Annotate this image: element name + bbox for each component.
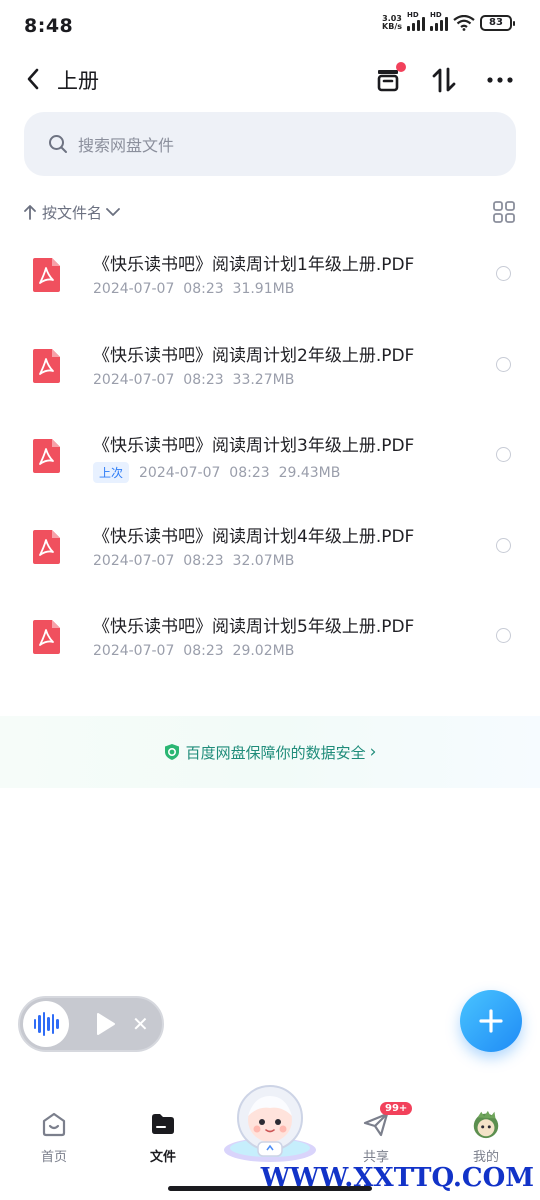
pdf-file-icon [33,620,60,654]
file-row[interactable]: 《快乐读书吧》阅读周计划1年级上册.PDF 2024-07-07 08:23 3… [0,230,540,321]
status-time: 8:48 [24,15,74,37]
avatar [470,1108,502,1140]
select-checkbox[interactable] [496,537,511,553]
file-list: 《快乐读书吧》阅读周计划1年级上册.PDF 2024-07-07 08:23 3… [0,230,540,683]
sort-label: 按文件名 [42,203,103,222]
file-row[interactable]: 《快乐读书吧》阅读周计划2年级上册.PDF 2024-07-07 08:23 3… [0,321,540,412]
file-time: 08:23 [183,552,224,569]
chevron-left-icon [27,68,39,90]
file-meta: 2024-07-07 08:23 29.02MB [93,643,294,659]
select-checkbox[interactable] [496,356,511,372]
pdf-file-icon [33,258,60,292]
file-name: 《快乐读书吧》阅读周计划5年级上册.PDF [93,617,415,637]
wifi-icon [453,15,475,31]
transfer-list-button[interactable] [370,62,406,98]
arrow-up-icon [24,205,36,220]
file-name: 《快乐读书吧》阅读周计划3年级上册.PDF [93,436,415,456]
chevron-down-icon [106,208,120,216]
paper-plane-icon: 99+ [360,1102,413,1140]
status-bar: 8:48 3.03 KB/s HD HD 83 [0,0,540,52]
more-icon [487,77,513,83]
home-icon [38,1108,70,1140]
back-button[interactable] [18,64,48,94]
file-size: 29.02MB [232,643,295,659]
select-checkbox[interactable] [496,628,511,643]
play-icon[interactable] [94,1012,116,1036]
file-date: 2024-07-07 [93,552,175,569]
signal-icon-2: HD [430,11,448,31]
file-date: 2024-07-07 [93,371,175,388]
search-input[interactable]: 搜索网盘文件 [24,112,516,176]
file-meta: 2024-07-07 08:23 31.91MB [93,281,294,297]
nav-label: 文件 [149,1150,176,1165]
audio-wave-icon[interactable] [23,1001,69,1047]
pdf-file-icon [33,348,60,383]
last-opened-tag: 上次 [93,462,130,483]
file-meta: 2024-07-07 08:23 32.07MB [93,553,294,569]
header: 上册 [0,52,540,108]
share-badge: 99+ [380,1102,413,1115]
nav-files[interactable]: 文件 [123,1108,203,1165]
network-speed: 3.03 KB/s [382,14,402,31]
more-button[interactable] [482,62,518,98]
pdf-file-icon [33,439,60,473]
file-meta: 上次 2024-07-07 08:23 29.43MB [93,462,340,483]
file-time: 08:23 [183,281,224,297]
file-size: 31.91MB [232,281,295,297]
file-date: 2024-07-07 [139,464,221,481]
file-time: 08:23 [183,371,224,388]
file-size: 33.27MB [232,371,295,388]
file-date: 2024-07-07 [93,281,175,297]
file-size: 32.07MB [232,552,295,569]
file-date: 2024-07-07 [93,643,175,659]
nav-home[interactable]: 首页 [14,1108,94,1165]
file-row[interactable]: 《快乐读书吧》阅读周计划5年级上册.PDF 2024-07-07 08:23 2… [0,592,540,683]
status-indicators: 3.03 KB/s HD HD 83 [382,11,515,31]
select-checkbox[interactable] [496,447,511,462]
select-checkbox[interactable] [496,266,511,281]
add-button[interactable] [460,990,522,1052]
chevron-right-icon: › [369,742,377,762]
shield-icon [164,744,179,760]
nav-label: 首页 [40,1150,67,1165]
sort-bar: 按文件名 [24,198,516,226]
grid-view-icon[interactable] [492,200,516,224]
file-name: 《快乐读书吧》阅读周计划4年级上册.PDF [93,526,415,547]
file-size: 29.43MB [278,464,341,481]
sort-arrows-icon [432,67,456,93]
search-placeholder: 搜索网盘文件 [78,136,175,155]
file-row[interactable]: 《快乐读书吧》阅读周计划4年级上册.PDF 2024-07-07 08:23 3… [0,502,540,593]
close-icon[interactable]: ✕ [132,1012,149,1036]
battery-indicator: 83 [480,15,515,31]
mascot-assistant-icon[interactable] [220,1078,320,1166]
audio-mini-player[interactable]: ✕ [18,996,164,1052]
page-title: 上册 [57,69,99,93]
file-time: 08:23 [229,464,270,481]
pdf-file-icon [33,529,60,564]
security-text: 百度网盘保障你的数据安全 [185,743,366,762]
nav-share[interactable]: 99+ 共享 [336,1102,416,1165]
plus-icon [479,1009,503,1033]
notification-dot [396,62,406,72]
file-time: 08:23 [183,643,224,659]
folder-icon [147,1108,179,1140]
file-name: 《快乐读书吧》阅读周计划2年级上册.PDF [93,345,415,366]
watermark-text: WWW.XXTTQ.COM [260,1163,534,1193]
signal-icon: HD [407,11,425,31]
file-row[interactable]: 《快乐读书吧》阅读周计划3年级上册.PDF 上次 2024-07-07 08:2… [0,411,540,502]
search-icon [49,135,67,153]
file-meta: 2024-07-07 08:23 33.27MB [93,372,294,388]
nav-profile[interactable]: 我的 [446,1108,526,1165]
sort-button[interactable] [426,62,462,98]
security-banner[interactable]: 百度网盘保障你的数据安全 › [0,716,540,788]
file-name: 《快乐读书吧》阅读周计划1年级上册.PDF [93,255,415,275]
sort-by-name-button[interactable]: 按文件名 [24,202,120,223]
